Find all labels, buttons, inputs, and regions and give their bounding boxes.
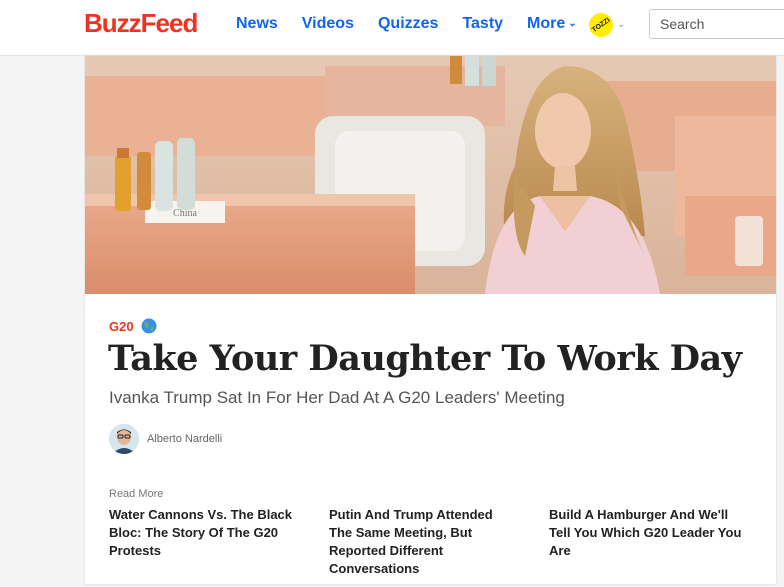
article-card: China G20 Take Your Daughter To Work Day…	[85, 56, 776, 584]
read-more-link[interactable]: Water Cannons Vs. The Black Bloc: The St…	[109, 506, 299, 560]
chevron-down-icon[interactable]: ⌄	[617, 19, 625, 30]
nav-videos[interactable]: Videos	[302, 15, 354, 33]
hero-image[interactable]: China	[85, 56, 776, 294]
read-more-label: Read More	[109, 488, 164, 500]
nav-tasty[interactable]: Tasty	[462, 15, 503, 33]
author-name[interactable]: Alberto Nardelli	[147, 433, 222, 445]
chevron-down-icon: ⌄	[568, 18, 577, 29]
buzzfeed-logo[interactable]: BuzzFeed	[84, 8, 198, 39]
article-subheadline: Ivanka Trump Sat In For Her Dad At A G20…	[109, 388, 565, 407]
category-tag[interactable]: G20	[109, 318, 157, 334]
globe-icon	[141, 318, 157, 334]
nav-more[interactable]: More ⌄	[527, 15, 577, 33]
article-headline[interactable]: Take Your Daughter To Work Day	[108, 338, 742, 379]
site-header: BuzzFeed News Videos Quizzes Tasty More ⌄…	[0, 0, 784, 56]
nav-more-label: More	[527, 15, 566, 32]
read-more-link[interactable]: Putin And Trump Attended The Same Meetin…	[329, 506, 519, 578]
category-tag-label: G20	[109, 319, 134, 334]
nav-news[interactable]: News	[236, 15, 278, 33]
tozzi-badge-text: TOZZI	[590, 16, 612, 34]
nav-quizzes[interactable]: Quizzes	[378, 15, 438, 33]
main-nav: News Videos Quizzes Tasty More ⌄	[236, 15, 601, 33]
tozzi-badge[interactable]: TOZZI	[584, 8, 618, 42]
read-more-link[interactable]: Build A Hamburger And We'll Tell You Whi…	[549, 506, 749, 560]
search-input[interactable]	[649, 9, 784, 39]
avatar[interactable]	[109, 424, 139, 454]
